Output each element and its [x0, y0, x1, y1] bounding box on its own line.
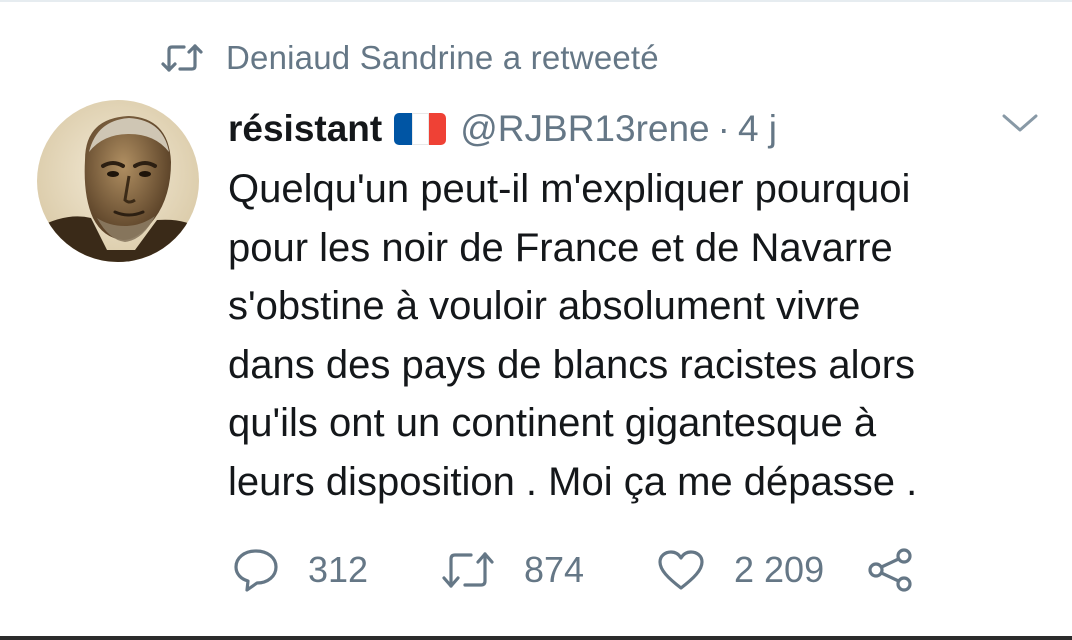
author-display-name[interactable]: résistant [228, 108, 382, 150]
header-separator: · [717, 108, 730, 149]
tweet-text-line: pour les noir de France et de Navarre [228, 225, 893, 270]
tweet-text-line: Quelqu'un peut-il m'expliquer pourquoi [228, 167, 911, 211]
author-handle[interactable]: @RJBR13rene [460, 108, 709, 150]
like-count: 2 209 [734, 549, 825, 590]
reply-count: 312 [308, 549, 369, 590]
top-divider [0, 0, 1072, 2]
reply-icon [234, 549, 278, 592]
flag-france-icon [394, 113, 447, 145]
flag-stripe-white [411, 113, 429, 145]
retweet-icon [161, 44, 203, 72]
avatar[interactable] [37, 100, 199, 262]
reply-button[interactable]: 312 [232, 540, 368, 600]
share-icon [868, 548, 912, 592]
tweet-text-line: s'obstine à vouloir absolument vivre [228, 284, 861, 329]
tweet-header: résistant @RJBR13rene · 4 j [228, 104, 777, 154]
retweet-count: 874 [524, 549, 585, 590]
like-button[interactable]: 2 209 [656, 540, 824, 600]
retweet-button[interactable]: 874 [440, 540, 584, 600]
tweet-text-line: qu'ils ont un continent gigantesque à [228, 401, 877, 446]
tweet-timestamp[interactable]: 4 j [738, 108, 777, 150]
chevron-down-icon[interactable] [1000, 108, 1040, 138]
flag-stripe-blue [394, 113, 412, 145]
retweet-context[interactable]: Deniaud Sandrine a retweeté [160, 38, 659, 78]
tweet-text-line: leurs disposition . Moi ça me dépasse . [228, 459, 918, 504]
retweeted-by-text: Deniaud Sandrine a retweeté [226, 39, 659, 76]
flag-stripe-red [428, 113, 447, 145]
tweet-actions: 312 874 2 209 [0, 540, 1072, 600]
share-button[interactable] [866, 540, 914, 600]
heart-icon [658, 550, 704, 590]
bottom-divider [0, 636, 1072, 640]
tweet-text: Quelqu'un peut-il m'expliquer pourquoi p… [228, 160, 1048, 512]
tweet-text-line: dans des pays de blancs racistes alors [228, 342, 916, 387]
retweet-icon [442, 552, 494, 588]
